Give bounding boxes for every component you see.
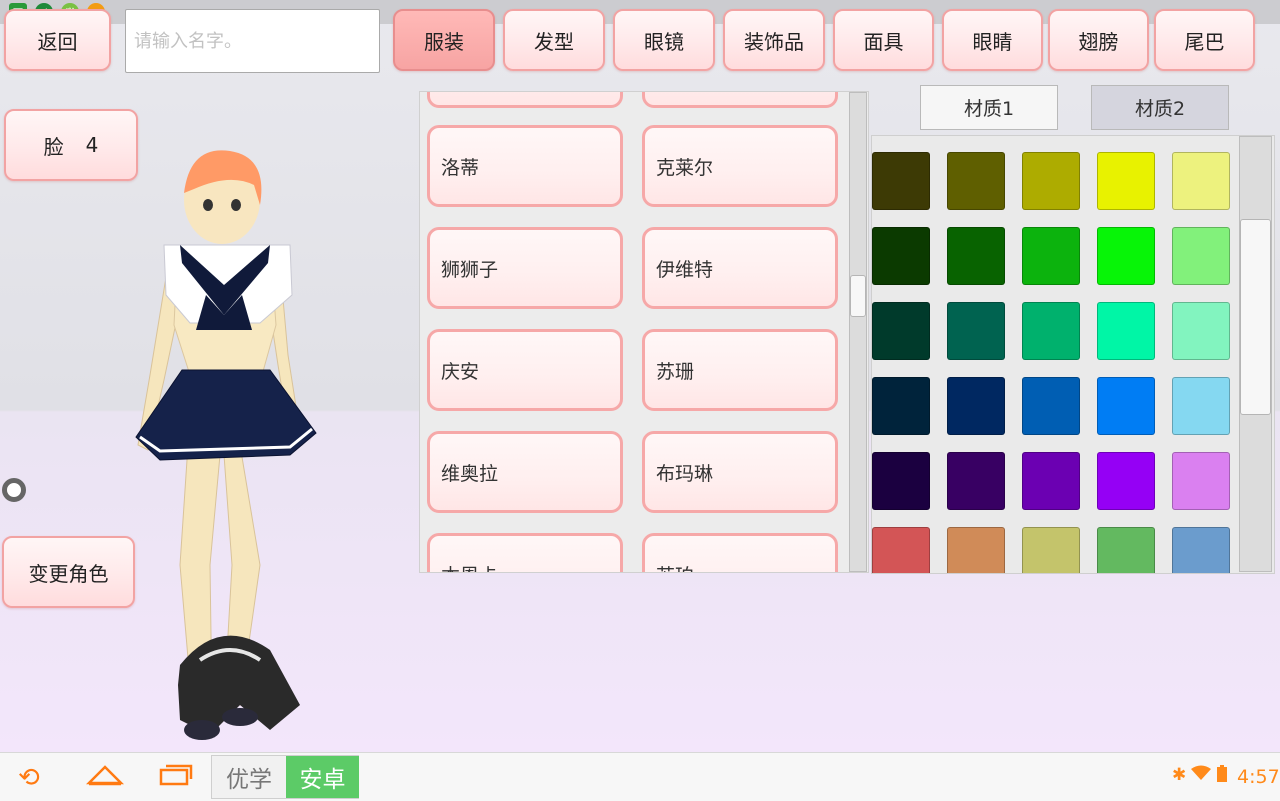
back-arrow-icon[interactable]: ⟲ bbox=[18, 763, 40, 793]
brand-part-2: 安卓 bbox=[286, 756, 359, 798]
outfit-list-scroll-thumb[interactable] bbox=[850, 275, 866, 317]
color-panel-scroll-thumb[interactable] bbox=[1240, 219, 1271, 415]
color-swatch[interactable] bbox=[947, 152, 1005, 210]
outfit-item[interactable]: 维奥拉 bbox=[427, 431, 623, 513]
character-model bbox=[135, 150, 317, 740]
change-character-button[interactable]: 变更角色 bbox=[2, 536, 135, 608]
color-swatch[interactable] bbox=[1022, 302, 1080, 360]
outfit-item[interactable]: 苏珀 bbox=[642, 533, 838, 572]
color-swatch[interactable] bbox=[872, 302, 930, 360]
outfit-item[interactable]: 庆安 bbox=[427, 329, 623, 411]
color-swatch[interactable] bbox=[872, 527, 930, 573]
color-swatch[interactable] bbox=[1022, 452, 1080, 510]
tab-mask[interactable]: 面具 bbox=[833, 9, 934, 71]
color-panel-scrollbar[interactable] bbox=[1239, 136, 1272, 572]
tab-clothing[interactable]: 服装 bbox=[393, 9, 495, 71]
outfit-item[interactable]: 狮狮子 bbox=[427, 227, 623, 309]
color-swatch[interactable] bbox=[1022, 152, 1080, 210]
color-swatch[interactable] bbox=[1097, 527, 1155, 573]
color-swatch[interactable] bbox=[872, 452, 930, 510]
color-swatch[interactable] bbox=[1022, 227, 1080, 285]
list-item[interactable] bbox=[642, 92, 838, 108]
tab-wings[interactable]: 翅膀 bbox=[1048, 9, 1149, 71]
color-swatch[interactable] bbox=[1172, 302, 1230, 360]
color-swatch[interactable] bbox=[1097, 227, 1155, 285]
color-swatch[interactable] bbox=[947, 302, 1005, 360]
camera-rotate-handle[interactable] bbox=[2, 478, 26, 502]
outfit-list-panel[interactable]: 洛蒂 克莱尔 狮狮子 伊维特 庆安 苏珊 维奥拉 布玛琳 本恩卡 苏珀 bbox=[419, 91, 869, 573]
color-swatch[interactable] bbox=[1172, 227, 1230, 285]
outfit-item[interactable]: 克莱尔 bbox=[642, 125, 838, 207]
tab-hairstyle[interactable]: 发型 bbox=[503, 9, 605, 71]
color-swatch[interactable] bbox=[872, 152, 930, 210]
face-value: 4 bbox=[85, 133, 99, 157]
name-input[interactable] bbox=[125, 9, 380, 73]
tab-material-1[interactable]: 材质1 bbox=[920, 85, 1058, 130]
tab-accessories[interactable]: 装饰品 bbox=[723, 9, 825, 71]
color-swatch[interactable] bbox=[947, 452, 1005, 510]
face-label: 脸 bbox=[43, 134, 64, 159]
color-swatch[interactable] bbox=[1172, 452, 1230, 510]
outfit-item[interactable]: 洛蒂 bbox=[427, 125, 623, 207]
back-button[interactable]: 返回 bbox=[4, 9, 111, 71]
outfit-item[interactable]: 布玛琳 bbox=[642, 431, 838, 513]
tab-tail[interactable]: 尾巴 bbox=[1154, 9, 1255, 71]
tab-material-2[interactable]: 材质2 bbox=[1091, 85, 1229, 130]
color-swatch[interactable] bbox=[947, 377, 1005, 435]
color-swatch[interactable] bbox=[1172, 152, 1230, 210]
color-swatch[interactable] bbox=[872, 227, 930, 285]
color-swatch[interactable] bbox=[1097, 452, 1155, 510]
color-swatch-panel[interactable] bbox=[871, 135, 1275, 574]
outfit-list-scrollbar[interactable] bbox=[849, 92, 867, 572]
wifi-icon bbox=[1191, 765, 1211, 786]
home-icon[interactable] bbox=[85, 759, 125, 796]
tab-eyes[interactable]: 眼睛 bbox=[942, 9, 1043, 71]
brand-part-1: 优学 bbox=[226, 767, 272, 793]
color-swatch[interactable] bbox=[1022, 527, 1080, 573]
color-swatch[interactable] bbox=[1097, 302, 1155, 360]
color-swatch[interactable] bbox=[872, 377, 930, 435]
color-swatch[interactable] bbox=[947, 527, 1005, 573]
bluetooth-icon: ✱ bbox=[1172, 765, 1187, 785]
color-swatch[interactable] bbox=[1097, 377, 1155, 435]
tab-glasses[interactable]: 眼镜 bbox=[613, 9, 715, 71]
color-swatch[interactable] bbox=[947, 227, 1005, 285]
list-item[interactable] bbox=[427, 92, 623, 108]
face-button[interactable]: 脸 4 bbox=[4, 109, 138, 181]
color-swatch[interactable] bbox=[1172, 377, 1230, 435]
color-swatch[interactable] bbox=[1022, 377, 1080, 435]
clock: 4:57 bbox=[1237, 766, 1280, 788]
outfit-item[interactable]: 伊维特 bbox=[642, 227, 838, 309]
color-swatch[interactable] bbox=[1172, 527, 1230, 573]
outfit-item[interactable]: 本恩卡 bbox=[427, 533, 623, 572]
recent-apps-icon[interactable] bbox=[158, 761, 194, 796]
color-swatch[interactable] bbox=[1097, 152, 1155, 210]
outfit-item[interactable]: 苏珊 bbox=[642, 329, 838, 411]
brand-badge: 优学 安卓 bbox=[211, 755, 359, 799]
navigation-bar: ⟲ 优学 安卓 ✱ 4:57 bbox=[0, 752, 1280, 801]
battery-icon bbox=[1217, 765, 1227, 787]
